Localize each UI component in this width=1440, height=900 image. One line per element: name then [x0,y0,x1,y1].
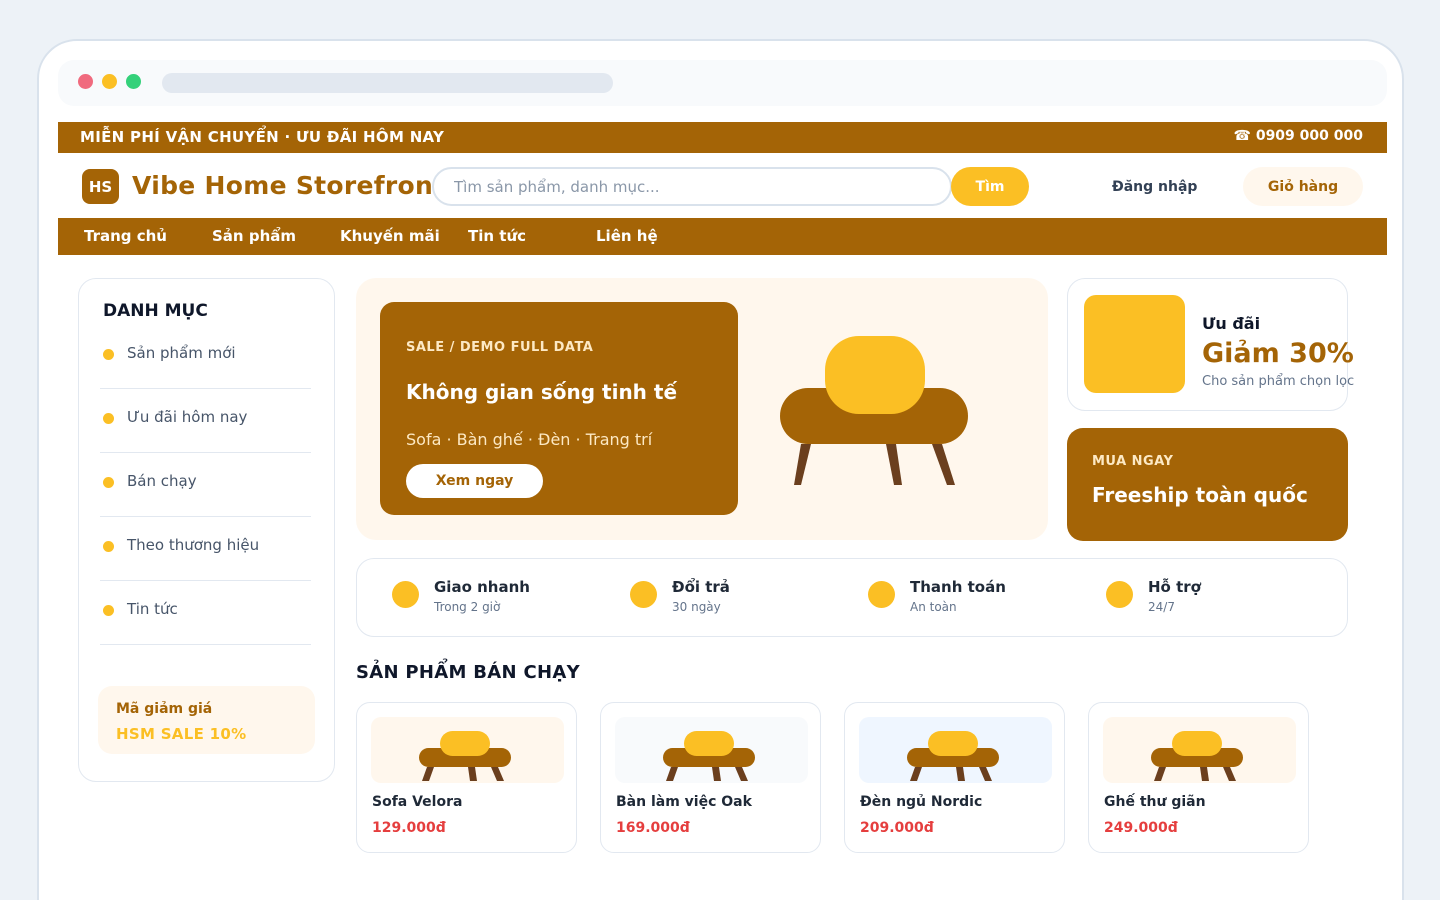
benefit-subtitle: 30 ngày [672,600,721,614]
benefit-support: Hỗ trợ 24/7 [1071,559,1291,638]
bestsellers-title: SẢN PHẨM BÁN CHẠY [356,662,580,683]
category-item-new[interactable]: Sản phẩm mới [100,325,311,389]
product-name: Ghế thư giãn [1104,794,1206,810]
bullet-icon [103,349,114,360]
benefits-strip: Giao nhanh Trong 2 giờ Đổi trả 30 ngày T… [356,558,1348,637]
nav-item-home[interactable]: Trang chủ [84,227,167,245]
benefit-subtitle: 24/7 [1148,600,1175,614]
close-window-dot[interactable] [78,74,93,89]
benefit-returns: Đổi trả 30 ngày [595,559,815,638]
address-bar[interactable] [162,73,613,93]
benefit-title: Hỗ trợ [1148,578,1201,596]
maximize-window-dot[interactable] [126,74,141,89]
product-name: Bàn làm việc Oak [616,794,752,810]
nav-item-news[interactable]: Tin tức [468,227,526,245]
benefit-subtitle: Trong 2 giờ [434,600,501,614]
delivery-icon [392,581,419,608]
sidebar-title: DANH MỤC [103,301,208,321]
freeship-kicker: MUA NGAY [1092,454,1174,469]
category-sidebar: DANH MỤC Sản phẩm mới Ưu đãi hôm nay Bán… [78,278,335,782]
product-card[interactable]: Bàn làm việc Oak 169.000đ [600,702,821,853]
product-image [1103,717,1296,783]
bullet-icon [103,605,114,616]
product-price: 249.000đ [1104,820,1178,836]
category-label: Bán chạy [127,472,197,490]
search-button[interactable]: Tìm [951,167,1029,206]
discount-value: Giảm 30% [1202,338,1354,369]
minimize-window-dot[interactable] [102,74,117,89]
browser-chrome [58,60,1387,106]
discount-note: Cho sản phẩm chọn lọc [1202,374,1355,389]
category-item-brands[interactable]: Theo thương hiệu [100,517,311,581]
nav-item-contact[interactable]: Liên hệ [596,227,658,245]
product-price: 209.000đ [860,820,934,836]
nav-item-promotions[interactable]: Khuyến mãi [340,227,440,245]
freeship-card[interactable]: MUA NGAY Freeship toàn quốc [1067,428,1348,541]
announcement-text: MIỄN PHÍ VẬN CHUYỂN · ƯU ĐÃI HÔM NAY [80,128,445,146]
nav-item-products[interactable]: Sản phẩm [212,227,296,245]
benefit-title: Giao nhanh [434,578,530,596]
benefit-fast-delivery: Giao nhanh Trong 2 giờ [357,559,577,638]
product-price: 169.000đ [616,820,690,836]
discount-card[interactable]: Ưu đãi Giảm 30% Cho sản phẩm chọn lọc [1067,278,1354,411]
product-image [371,717,564,783]
product-card[interactable]: Sofa Velora 129.000đ [356,702,577,853]
hero-title: Không gian sống tinh tế [406,380,678,404]
category-label: Theo thương hiệu [127,536,260,554]
discount-label: Ưu đãi [1202,314,1261,333]
coupon-label: Mã giảm giá [116,701,213,717]
product-name: Đèn ngủ Nordic [860,794,983,810]
search-input[interactable] [432,167,952,206]
category-item-news[interactable]: Tin tức [100,581,311,645]
login-link[interactable]: Đăng nhập [1112,179,1197,195]
main-nav: Trang chủ Sản phẩm Khuyến mãi Tin tức Li… [58,218,1387,255]
hotline-phone[interactable]: ☎ 0909 000 000 [1234,128,1363,144]
desk-icon [663,731,755,781]
freeship-title: Freeship toàn quốc [1092,483,1308,507]
brand-name[interactable]: Vibe Home Storefront [132,171,445,200]
announcement-bar: MIỄN PHÍ VẬN CHUYỂN · ƯU ĐÃI HÔM NAY ☎ 0… [58,122,1387,153]
browser-window: MIỄN PHÍ VẬN CHUYỂN · ƯU ĐÃI HÔM NAY ☎ 0… [37,39,1404,900]
return-icon [630,581,657,608]
support-icon [1106,581,1133,608]
hero-banner: SALE / DEMO FULL DATA Không gian sống ti… [356,278,1048,540]
product-image [615,717,808,783]
benefit-subtitle: An toàn [910,600,957,614]
product-image [859,717,1052,783]
cart-button[interactable]: Giỏ hàng [1243,167,1363,206]
bullet-icon [103,541,114,552]
category-item-deals[interactable]: Ưu đãi hôm nay [100,389,311,453]
logo-badge[interactable]: HS [82,169,119,204]
benefit-title: Đổi trả [672,578,730,596]
category-item-bestsellers[interactable]: Bán chạy [100,453,311,517]
armchair-illustration [780,336,968,485]
category-label: Ưu đãi hôm nay [127,408,248,426]
category-label: Sản phẩm mới [127,344,236,362]
coupon-box[interactable]: Mã giảm giá HSM SALE 10% [98,686,315,754]
site-header: HS Vibe Home Storefront Tìm Đăng nhập Gi… [58,159,1387,217]
payment-icon [868,581,895,608]
coupon-code: HSM SALE 10% [116,725,247,743]
shop-now-button[interactable]: Xem ngay [406,464,543,498]
benefit-payment: Thanh toán An toàn [833,559,1053,638]
product-card[interactable]: Đèn ngủ Nordic 209.000đ [844,702,1065,853]
sofa-icon [419,731,511,781]
hero-card: SALE / DEMO FULL DATA Không gian sống ti… [380,302,738,515]
product-card[interactable]: Ghế thư giãn 249.000đ [1088,702,1309,853]
hero-subtitle: Sofa · Bàn ghế · Đèn · Trang trí [406,430,653,449]
hero-kicker: SALE / DEMO FULL DATA [406,340,594,355]
product-name: Sofa Velora [372,794,463,810]
chair-icon [1151,731,1243,781]
bullet-icon [103,413,114,424]
benefit-title: Thanh toán [910,578,1006,596]
product-price: 129.000đ [372,820,446,836]
lamp-icon [907,731,999,781]
discount-image [1084,295,1185,393]
bullet-icon [103,477,114,488]
category-label: Tin tức [127,600,178,618]
